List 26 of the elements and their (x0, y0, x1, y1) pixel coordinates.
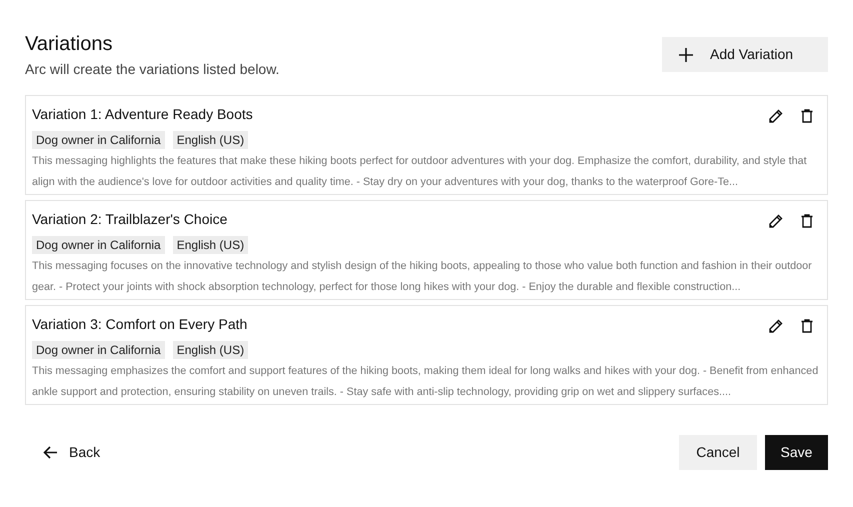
variation-title: Variation 1: Adventure Ready Boots (32, 105, 253, 123)
delete-icon[interactable] (801, 109, 813, 123)
tag: English (US) (172, 236, 248, 254)
tag: English (US) (172, 131, 248, 149)
variation-description: This messaging highlights the features that make these hiking boots perfect for outdoor adventures with your dog. Emphasize the comfort, durability, and style that align with the audience's love for outdoor activities and quality time. - Stay dry on your adventures with your dog, thanks to the waterproof Gore-Te... (32, 154, 808, 190)
variation-description: This messaging emphasizes the comfort and support features of the hiking boots, making them ideal for long walks and hikes with your dog. - Benefit from enhanced ankle support and protection, ensuring stability on uneven trails. - Stay safe with anti-slip technology, providing grip on wet and slippery surfaces.... (32, 364, 820, 400)
edit-icon[interactable] (769, 109, 783, 123)
edit-icon[interactable] (769, 319, 783, 333)
tag: Dog owner in California (32, 341, 165, 359)
back-arrow-icon (43, 446, 58, 459)
back-button[interactable]: Back (43, 442, 100, 463)
page-title: Variations (25, 32, 114, 56)
plus-icon (678, 46, 694, 62)
page-subtitle: Arc will create the variations listed below. (25, 60, 280, 79)
variation-title: Variation 3: Comfort on Every Path (32, 315, 248, 333)
variation-title: Variation 2: Trailblazer's Choice (32, 210, 228, 228)
save-button[interactable]: Save (765, 435, 828, 470)
delete-icon[interactable] (801, 214, 813, 228)
variation-description: This messaging focuses on the innovative technology and stylish design of the hiking boots, appealing to those who value both function and fashion in their outdoor gear. - Protect your joints with shock absorption technology, perfect for those long hikes with your dog. - Enjoy the durable and flexible construction... (32, 259, 813, 295)
delete-icon[interactable] (801, 319, 813, 333)
edit-icon[interactable] (769, 214, 783, 228)
tag: Dog owner in California (32, 131, 165, 149)
tag: English (US) (172, 341, 248, 359)
add-variation-button[interactable]: Add Variation (662, 37, 828, 72)
cancel-button[interactable]: Cancel (679, 435, 757, 470)
tag: Dog owner in California (32, 236, 165, 254)
